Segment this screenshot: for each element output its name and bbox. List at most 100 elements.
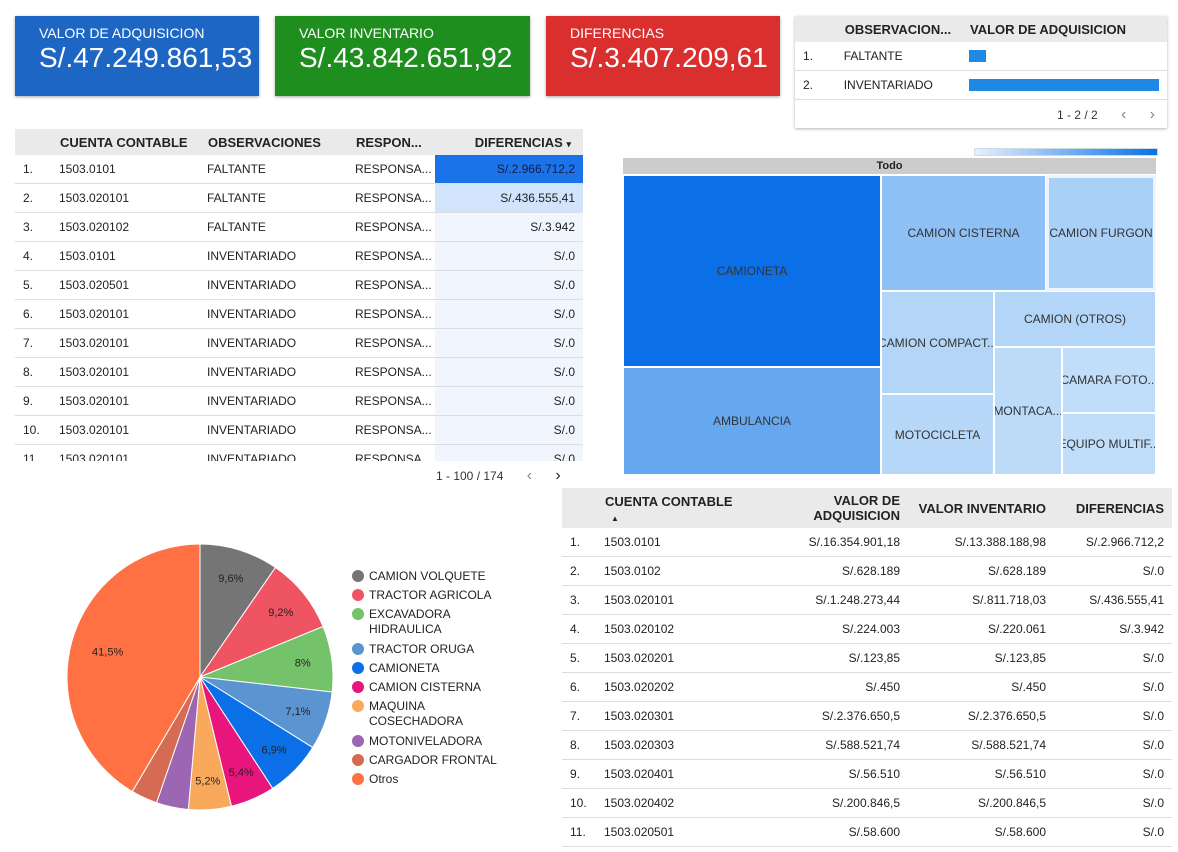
observacion-cell: INVENTARIADO bbox=[207, 357, 355, 387]
prev-page-icon[interactable]: ‹ bbox=[1121, 106, 1126, 124]
kpi-label: VALOR DE ADQUISICION bbox=[39, 25, 205, 41]
treemap-cell[interactable]: CAMION COMPACT... bbox=[881, 291, 994, 394]
valor-adquisicion-cell: S/.2.376.650,5 bbox=[760, 701, 908, 731]
cuenta-cell: 1503.0101 bbox=[59, 155, 207, 184]
legend-swatch bbox=[352, 589, 364, 601]
treemap-cell[interactable]: CAMION CISTERNA bbox=[881, 175, 1046, 291]
column-header-observaciones[interactable]: OBSERVACIONES bbox=[207, 129, 355, 155]
row-number: 2. bbox=[795, 70, 844, 100]
table-row[interactable]: 7. 1503.020101 INVENTARIADO RESPONSA... S/.0 bbox=[15, 328, 583, 358]
value-bar bbox=[969, 50, 987, 62]
column-header-valor-adquisicion[interactable]: VALOR DE ADQUISICION bbox=[969, 16, 1167, 42]
table-row[interactable]: 2. 1503.020101 FALTANTE RESPONSA... S/.436.5… bbox=[15, 183, 583, 213]
column-header-observacion[interactable]: OBSERVACION... bbox=[843, 16, 969, 42]
legend-label: CAMIONETA bbox=[369, 661, 519, 676]
next-page-icon[interactable]: › bbox=[555, 467, 560, 485]
table-row[interactable]: 3. 1503.020101 S/.1.248.273,44 S/.811.718,0… bbox=[562, 585, 1172, 615]
table-row[interactable]: 5. 1503.020201 S/.123,85 S/.123,85 S/.0 bbox=[562, 643, 1172, 673]
treemap-cell[interactable]: CAMARA FOTO... bbox=[1062, 347, 1156, 413]
table-row[interactable]: 9. 1503.020101 INVENTARIADO RESPONSA... S/.0 bbox=[15, 386, 583, 416]
treemap-cell[interactable]: AMBULANCIA bbox=[623, 367, 881, 475]
table-row[interactable]: 8. 1503.020303 S/.588.521,74 S/.588.521,74 S… bbox=[562, 730, 1172, 760]
table-row[interactable]: 4. 1503.020102 S/.224.003 S/.220.061 S/.3.94… bbox=[562, 614, 1172, 644]
column-header-responsable[interactable]: RESPON... bbox=[355, 129, 435, 155]
table-row[interactable]: 6. 1503.020101 INVENTARIADO RESPONSA... S/.0 bbox=[15, 299, 583, 329]
legend-label-line: TRACTOR ORUGA bbox=[369, 642, 475, 656]
legend-label: MAQUINA COSECHADORA bbox=[369, 699, 519, 729]
table-row[interactable]: 11. 1503.020501 S/.58.600 S/.58.600 S/.0 bbox=[562, 817, 1172, 847]
cuenta-cell: 1503.020303 bbox=[604, 730, 760, 760]
treemap-cell[interactable]: CAMION (OTROS) bbox=[994, 291, 1156, 347]
table-row[interactable]: 6. 1503.020202 S/.450 S/.450 S/.0 bbox=[562, 672, 1172, 702]
column-header-diferencias[interactable]: DIFERENCIAS bbox=[1054, 488, 1172, 528]
column-header-diferencias[interactable]: DIFERENCIAS ▾ bbox=[435, 129, 583, 155]
table-row[interactable]: 1. 1503.0101 S/.16.354.901,18 S/.13.388.188… bbox=[562, 528, 1172, 557]
valor-inventario-cell: S/.123,85 bbox=[908, 643, 1054, 673]
treemap-cell[interactable]: EQUIPO MULTIF... bbox=[1062, 413, 1156, 475]
table-row[interactable]: 8. 1503.020101 INVENTARIADO RESPONSA... S/.0 bbox=[15, 357, 583, 387]
table-row[interactable]: 5. 1503.020501 INVENTARIADO RESPONSA... S/.0 bbox=[15, 270, 583, 300]
column-header-cuenta-contable[interactable]: CUENTA CONTABLE ▲ bbox=[604, 488, 760, 528]
observaciones-table-card: OBSERVACION... VALOR DE ADQUISICION 1. F… bbox=[795, 16, 1167, 128]
row-number: 4. bbox=[15, 241, 59, 271]
diferencia-cell: S/.0 bbox=[435, 386, 583, 416]
kpi-diferencias: DIFERENCIAS S/.3.407.209,61 bbox=[546, 16, 780, 96]
prev-page-icon[interactable]: ‹ bbox=[527, 467, 532, 485]
column-header-valor-inventario[interactable]: VALOR INVENTARIO bbox=[908, 488, 1054, 528]
cuenta-cell: 1503.020102 bbox=[59, 212, 207, 242]
treemap-cell[interactable]: MONTACA... bbox=[994, 347, 1062, 475]
row-number: 11. bbox=[562, 817, 604, 847]
legend-label-line: MOTONIVELADORA bbox=[369, 734, 483, 748]
observacion-cell: INVENTARIADO bbox=[207, 270, 355, 300]
cuenta-cell: 1503.020101 bbox=[59, 415, 207, 445]
valor-adquisicion-cell: S/.200.846,5 bbox=[760, 788, 908, 818]
sort-desc-icon[interactable]: ▾ bbox=[566, 139, 571, 149]
table-row[interactable]: 1. 1503.0101 FALTANTE RESPONSA... S/.2.966.7… bbox=[15, 155, 583, 184]
observaciones-table: OBSERVACION... VALOR DE ADQUISICION 1. F… bbox=[795, 16, 1167, 100]
responsable-cell: RESPONSA... bbox=[355, 444, 435, 461]
table-row[interactable]: 4. 1503.0101 INVENTARIADO RESPONSA... S/.0 bbox=[15, 241, 583, 271]
diferencia-cell: S/.0 bbox=[435, 357, 583, 387]
value-bar bbox=[969, 79, 1159, 91]
valor-adquisicion-cell: S/.58.600 bbox=[760, 817, 908, 847]
treemap-root-header[interactable]: Todo bbox=[623, 158, 1156, 174]
table-row[interactable]: 11. 1503.020101 INVENTARIADO RESPONSA... S/.… bbox=[15, 444, 583, 461]
table-row[interactable]: 10. 1503.020402 S/.200.846,5 S/.200.846,5 S/… bbox=[562, 788, 1172, 818]
cuenta-cell: 1503.020101 bbox=[59, 444, 207, 461]
table-row[interactable]: 10. 1503.020101 INVENTARIADO RESPONSA... S/.… bbox=[15, 415, 583, 445]
valor-inventario-cell: S/.13.388.188,98 bbox=[908, 528, 1054, 557]
table-row[interactable]: 2. 1503.0102 S/.628.189 S/.628.189 S/.0 bbox=[562, 556, 1172, 586]
kpi-valor-inventario: VALOR INVENTARIO S/.43.842.651,92 bbox=[275, 16, 530, 96]
diferencia-cell: S/.0 bbox=[1054, 788, 1172, 818]
column-header-valor-adquisicion[interactable]: VALOR DE ADQUISICION bbox=[760, 488, 908, 528]
row-number: 6. bbox=[15, 299, 59, 329]
observacion-cell: INVENTARIADO bbox=[207, 328, 355, 358]
treemap-cell[interactable]: CAMION FURGON bbox=[1046, 175, 1156, 291]
column-header-cuenta-contable[interactable]: CUENTA CONTABLE bbox=[59, 129, 207, 155]
treemap-cell[interactable]: CAMIONETA bbox=[623, 175, 881, 367]
treemap-cell[interactable]: MOTOCICLETA bbox=[881, 394, 994, 475]
valor-inventario-cell: S/.220.061 bbox=[908, 614, 1054, 644]
responsable-cell: RESPONSA... bbox=[355, 155, 435, 184]
responsable-cell: RESPONSA... bbox=[355, 212, 435, 242]
cuenta-header-label: CUENTA CONTABLE bbox=[605, 494, 733, 509]
kpi-value: S/.43.842.651,92 bbox=[299, 42, 513, 73]
valor-inventario-cell: S/.2.376.650,5 bbox=[908, 701, 1054, 731]
diferencia-cell: S/.2.966.712,2 bbox=[435, 155, 583, 184]
table-row[interactable]: 2. INVENTARIADO bbox=[795, 70, 1167, 100]
legend-label-line: MAQUINA bbox=[369, 699, 426, 713]
cuenta-cell: 1503.020101 bbox=[59, 357, 207, 387]
table-row[interactable]: 1. FALTANTE bbox=[795, 42, 1167, 71]
kpi-label: DIFERENCIAS bbox=[570, 25, 665, 41]
row-number: 8. bbox=[15, 357, 59, 387]
table-row[interactable]: 7. 1503.020301 S/.2.376.650,5 S/.2.376.650,… bbox=[562, 701, 1172, 731]
legend-swatch bbox=[352, 570, 364, 582]
sort-asc-icon[interactable]: ▲ bbox=[605, 514, 619, 523]
next-page-icon[interactable]: › bbox=[1150, 106, 1155, 124]
row-number: 9. bbox=[562, 759, 604, 789]
table-row[interactable]: 9. 1503.020401 S/.56.510 S/.56.510 S/.0 bbox=[562, 759, 1172, 789]
cuenta-cell: 1503.020402 bbox=[604, 788, 760, 818]
cuenta-cell: 1503.020501 bbox=[604, 817, 760, 847]
diferencia-cell: S/.2.966.712,2 bbox=[1054, 528, 1172, 557]
table-row[interactable]: 3. 1503.020102 FALTANTE RESPONSA... S/.3.942 bbox=[15, 212, 583, 242]
